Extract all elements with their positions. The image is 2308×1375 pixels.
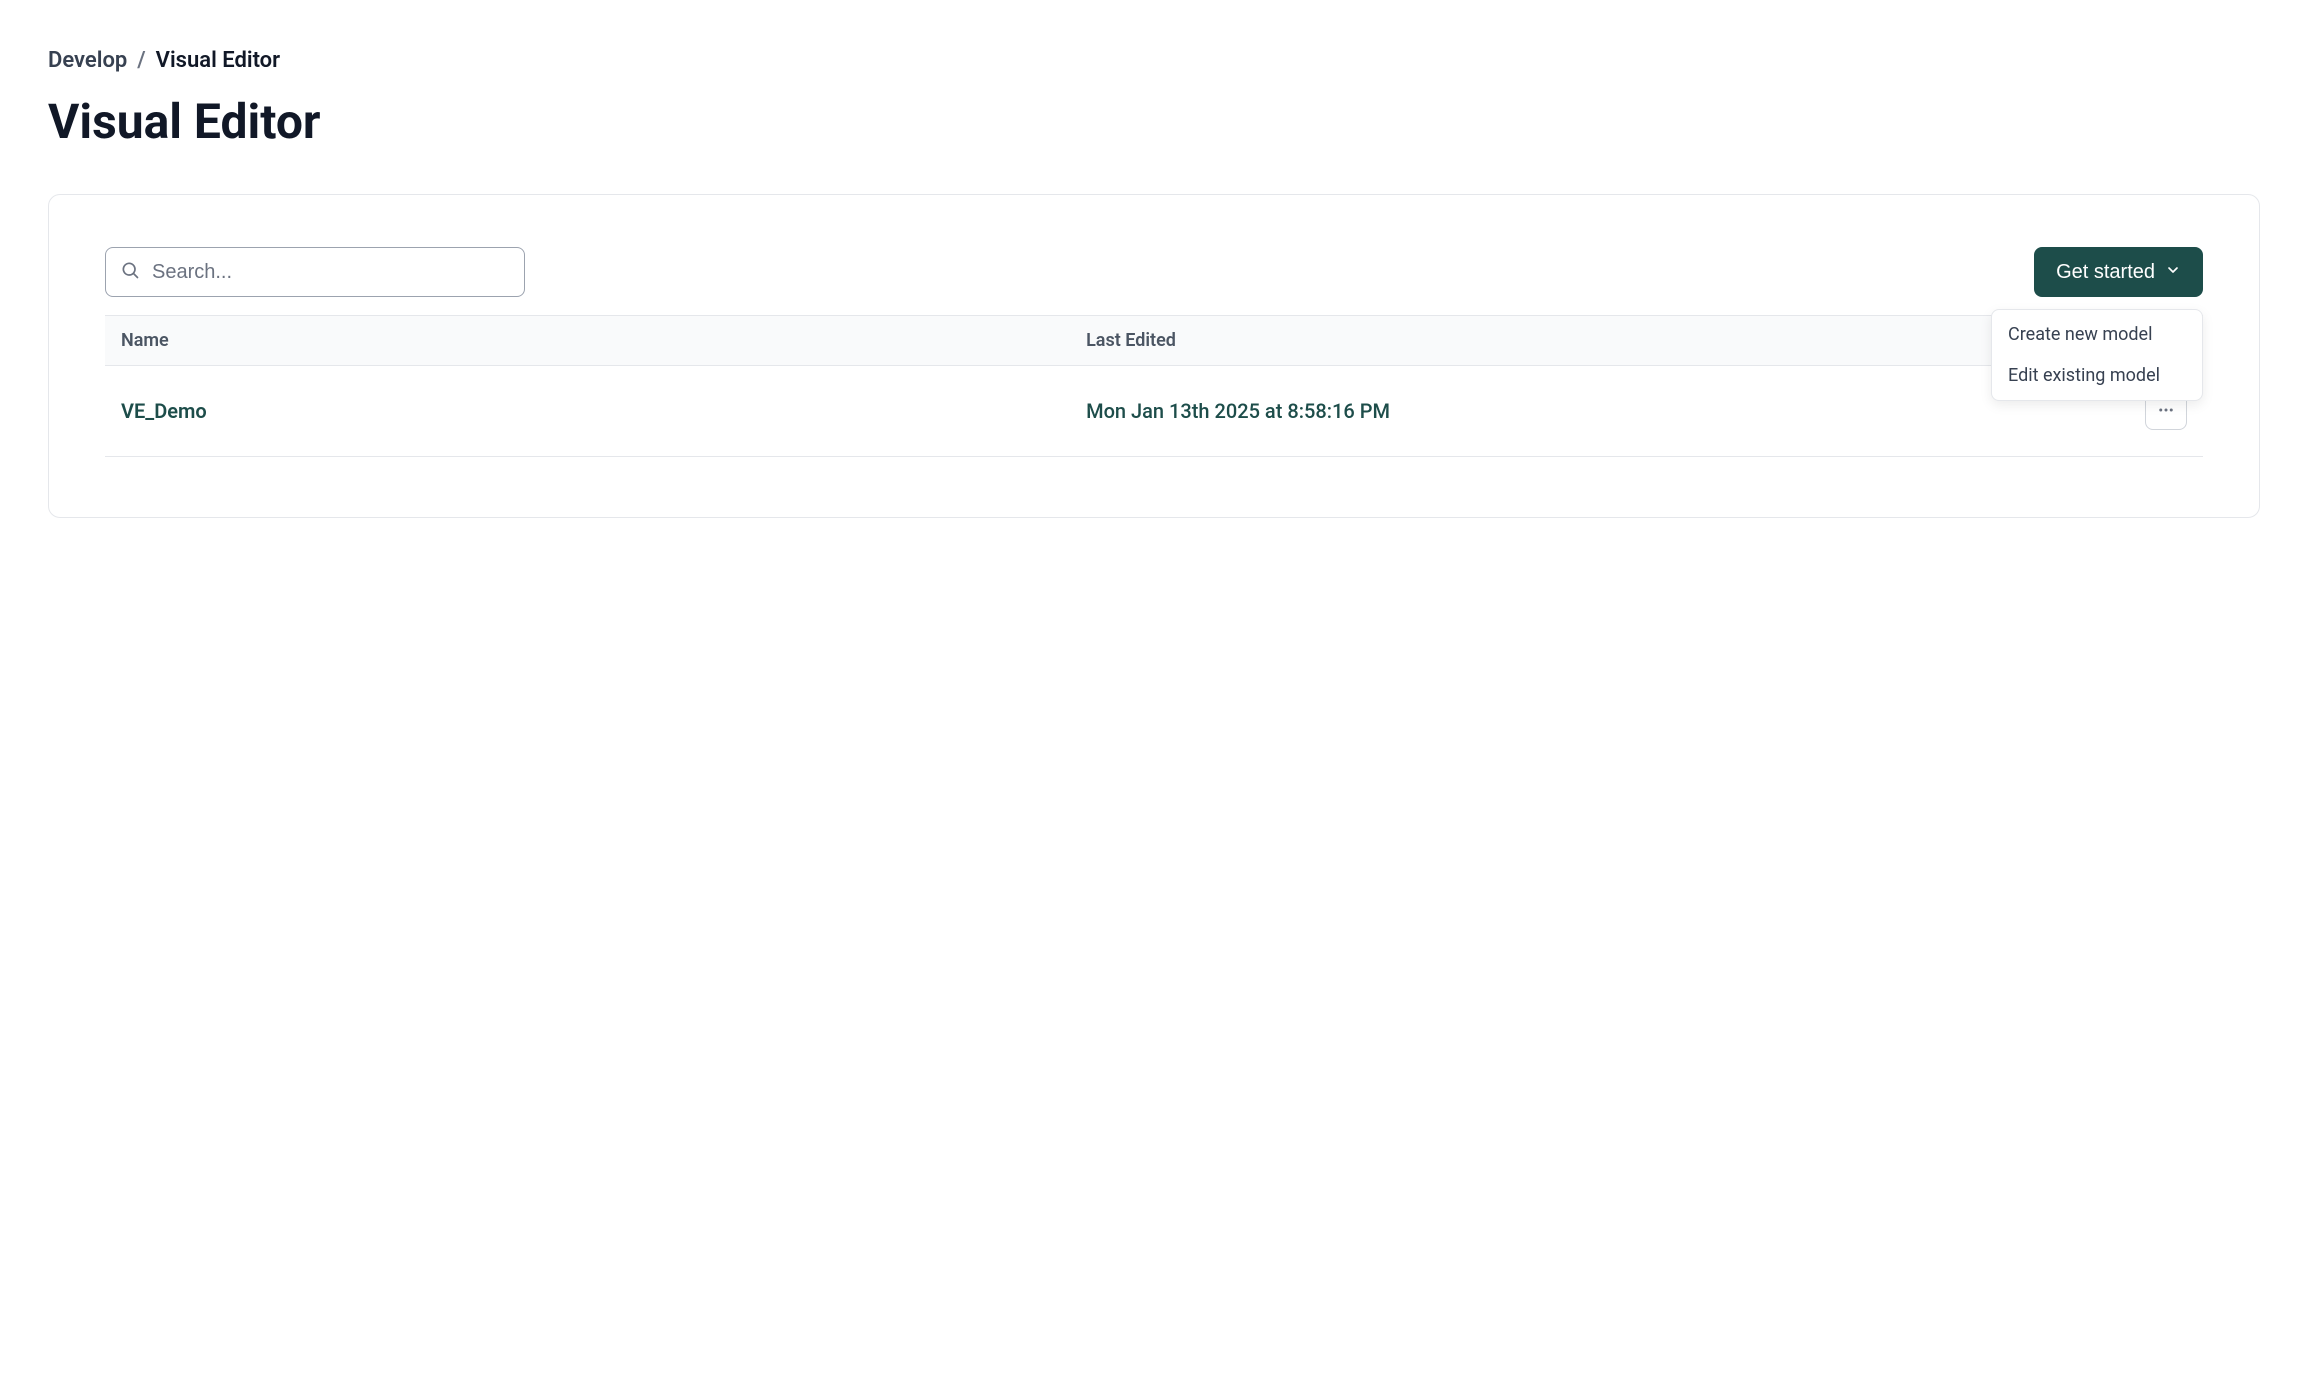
row-last-edited: Mon Jan 13th 2025 at 8:58:16 PM xyxy=(1070,366,1993,457)
column-header-name: Name xyxy=(105,316,1070,366)
dropdown-item-create-new-model[interactable]: Create new model xyxy=(1992,314,2202,355)
chevron-down-icon xyxy=(2165,261,2181,284)
breadcrumb: Develop / Visual Editor xyxy=(48,48,2260,73)
breadcrumb-separator: / xyxy=(137,48,145,73)
dropdown-item-edit-existing-model[interactable]: Edit existing model xyxy=(1992,355,2202,396)
get-started-label: Get started xyxy=(2056,261,2155,284)
column-header-last-edited: Last Edited xyxy=(1070,316,1993,366)
get-started-button[interactable]: Get started xyxy=(2034,247,2203,297)
search-box[interactable] xyxy=(105,247,525,297)
main-panel: Get started Create new model Edit existi… xyxy=(48,194,2260,518)
models-table: Name Last Edited VE_Demo Mon Jan 13th 20… xyxy=(105,315,2203,457)
table-row: VE_Demo Mon Jan 13th 2025 at 8:58:16 PM xyxy=(105,366,2203,457)
ellipsis-icon xyxy=(2157,401,2175,422)
breadcrumb-parent[interactable]: Develop xyxy=(48,48,127,73)
page-title: Visual Editor xyxy=(48,93,2260,150)
row-name[interactable]: VE_Demo xyxy=(105,366,1070,457)
get-started-dropdown: Create new model Edit existing model xyxy=(1991,309,2203,401)
search-input[interactable] xyxy=(152,261,510,284)
breadcrumb-current: Visual Editor xyxy=(156,48,280,73)
search-icon xyxy=(120,260,140,284)
